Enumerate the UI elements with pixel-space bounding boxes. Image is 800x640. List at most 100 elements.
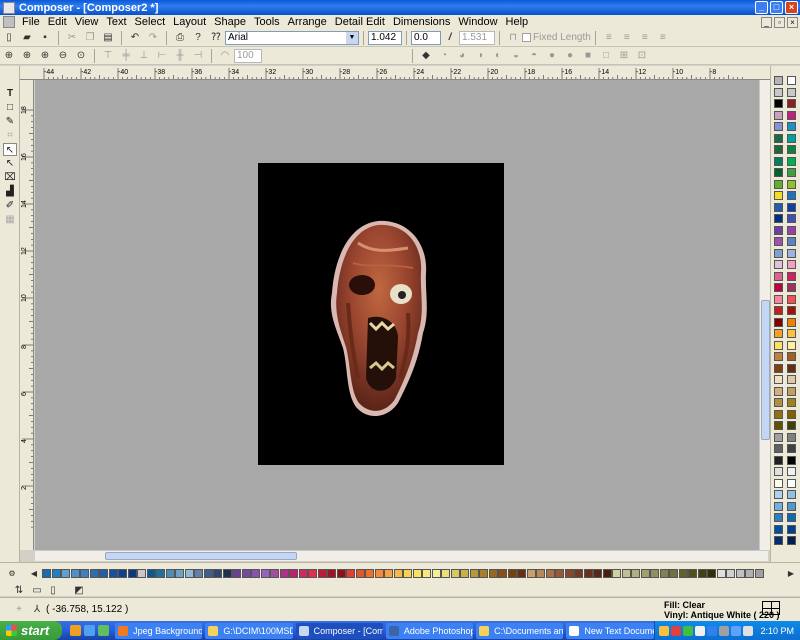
color-swatch[interactable] [89, 569, 99, 578]
color-swatch[interactable] [108, 569, 118, 578]
color-swatch[interactable] [787, 271, 796, 281]
color-swatch[interactable] [787, 386, 796, 396]
doc-minimize-button[interactable]: _ [761, 16, 772, 28]
align-hcenter-icon[interactable]: ╫ [173, 49, 187, 63]
disk-icon[interactable]: ● [563, 49, 577, 63]
task-documents-folder[interactable]: C:\Documents and ... [476, 622, 564, 639]
color-swatch[interactable] [774, 524, 783, 534]
color-swatch[interactable] [774, 99, 783, 108]
outline-square-icon[interactable]: □ [599, 49, 613, 63]
color-swatch[interactable] [222, 569, 232, 578]
color-swatch[interactable] [774, 398, 783, 407]
grid-tool-icon[interactable]: ▦ [3, 213, 17, 226]
color-swatch[interactable] [774, 179, 783, 189]
color-swatch[interactable] [774, 202, 783, 212]
task-jpeg-background[interactable]: Jpeg Background - ... [115, 622, 203, 639]
color-swatch[interactable] [787, 191, 796, 200]
menu-view[interactable]: View [71, 16, 103, 28]
circle-icon[interactable]: ● [545, 49, 559, 63]
color-swatch[interactable] [640, 569, 650, 578]
color-swatch[interactable] [241, 569, 251, 578]
spacing-input[interactable]: 0.0 [411, 30, 441, 45]
drawing-canvas[interactable] [35, 80, 768, 550]
color-swatch[interactable] [526, 569, 536, 578]
vertical-scroll-thumb[interactable] [761, 300, 770, 440]
color-swatch[interactable] [787, 168, 796, 177]
color-swatch[interactable] [61, 569, 70, 578]
menu-arrange[interactable]: Arrange [284, 16, 331, 28]
color-swatch[interactable] [631, 569, 640, 578]
color-swatch[interactable] [787, 260, 796, 269]
color-swatch[interactable] [688, 569, 697, 578]
palette-settings-icon[interactable]: ⚙ [8, 569, 16, 579]
palette-right-arrow-icon[interactable]: ▶ [787, 569, 795, 579]
color-swatch[interactable] [203, 569, 213, 578]
color-swatch[interactable] [659, 569, 669, 578]
align-bottom-icon[interactable]: ⊥ [137, 49, 151, 63]
fill-color-icon[interactable]: ◩ [72, 583, 86, 597]
fill-bucket-icon[interactable]: ▟ [3, 185, 17, 198]
color-swatch[interactable] [745, 569, 754, 578]
doc-close-button[interactable]: × [787, 16, 798, 28]
color-swatch[interactable] [308, 569, 317, 578]
color-swatch[interactable] [774, 386, 783, 396]
menu-file[interactable]: File [18, 16, 44, 28]
tray-icon-4[interactable] [694, 625, 705, 636]
color-swatch[interactable] [194, 569, 203, 578]
color-swatch[interactable] [787, 179, 796, 189]
color-swatch[interactable] [555, 569, 564, 578]
align-middle-icon[interactable]: ╪ [119, 49, 133, 63]
node-edit-arrow-icon[interactable]: ↖ [3, 157, 17, 170]
color-swatch[interactable] [431, 569, 441, 578]
color-swatch[interactable] [774, 110, 783, 120]
color-swatch[interactable] [517, 569, 526, 578]
color-swatch[interactable] [787, 501, 796, 511]
doc-restore-button[interactable]: ▫ [774, 16, 785, 28]
color-swatch[interactable] [787, 76, 796, 85]
color-swatch[interactable] [774, 409, 783, 419]
menu-layout[interactable]: Layout [169, 16, 210, 28]
horizontal-scroll-thumb[interactable] [105, 552, 297, 560]
color-swatch[interactable] [80, 569, 89, 578]
align-top-icon[interactable]: ⊤ [101, 49, 115, 63]
tray-icon-5[interactable] [706, 625, 717, 636]
color-swatch[interactable] [787, 133, 796, 143]
align-left-icon[interactable]: ≡ [602, 31, 616, 45]
color-swatch[interactable] [583, 569, 593, 578]
tray-icon-3[interactable] [682, 625, 693, 636]
align-right-icon[interactable]: ≡ [638, 31, 652, 45]
color-swatch[interactable] [51, 569, 61, 578]
color-swatch[interactable] [774, 513, 783, 522]
color-swatch[interactable] [165, 569, 175, 578]
volume-icon[interactable] [742, 625, 753, 636]
fit-width-icon[interactable]: ⊓ [506, 31, 520, 45]
color-swatch[interactable] [787, 225, 796, 235]
shape-op-3-icon[interactable]: ◑ [473, 49, 487, 63]
print-icon[interactable]: ⎙ [173, 31, 187, 45]
color-swatch[interactable] [774, 260, 783, 269]
justify-icon[interactable]: ≡ [656, 31, 670, 45]
firefox-icon[interactable] [70, 625, 82, 636]
color-swatch[interactable] [450, 569, 460, 578]
media-icon[interactable] [98, 625, 110, 636]
cut-icon[interactable]: ✂ [65, 31, 79, 45]
color-swatch[interactable] [774, 352, 783, 361]
redo-icon[interactable]: ↷ [146, 31, 160, 45]
color-swatch[interactable] [726, 569, 735, 578]
color-swatch[interactable] [327, 569, 336, 578]
color-swatch[interactable] [774, 283, 783, 292]
color-swatch[interactable] [735, 569, 745, 578]
font-size-input[interactable]: 1.042 [368, 30, 402, 45]
group-icon[interactable]: ⊡ [635, 49, 649, 63]
color-swatch[interactable] [787, 156, 796, 166]
color-swatch[interactable] [545, 569, 555, 578]
color-swatch[interactable] [774, 87, 783, 97]
shape-op-4-icon[interactable]: ◐ [491, 49, 505, 63]
color-swatch[interactable] [774, 478, 783, 488]
menu-text[interactable]: Text [102, 16, 130, 28]
text-tool-icon[interactable]: T [3, 87, 17, 100]
color-swatch[interactable] [479, 569, 488, 578]
color-swatch[interactable] [774, 76, 783, 85]
color-swatch[interactable] [498, 569, 507, 578]
task-text-document[interactable]: New Text Documen... [566, 622, 654, 639]
